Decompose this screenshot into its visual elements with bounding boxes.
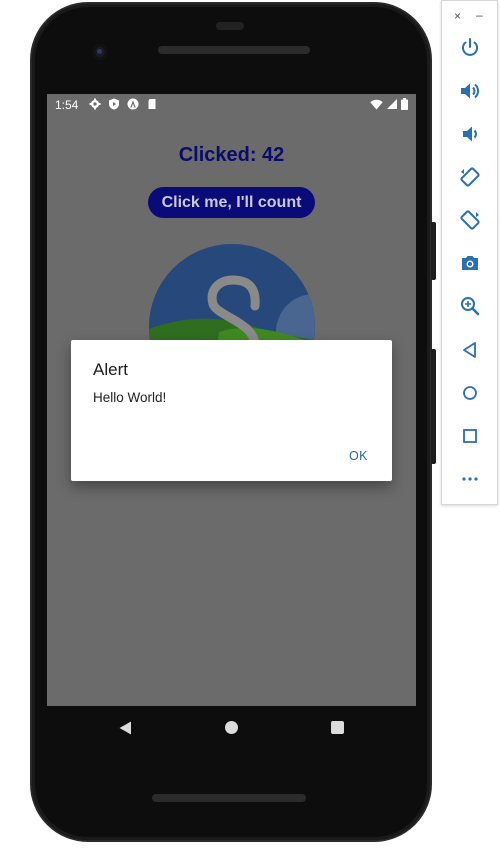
power-button[interactable] (456, 34, 484, 62)
battery-icon (401, 98, 408, 110)
phone-power-side-button (431, 222, 436, 280)
dialog-title: Alert (93, 360, 128, 379)
minimize-window-button[interactable]: – (476, 8, 483, 22)
nav-back-icon[interactable] (119, 721, 132, 735)
status-time: 1:54 (55, 98, 79, 112)
rotate-right-icon (460, 210, 480, 230)
android-studio-icon (127, 98, 139, 110)
status-bar: 1:54 (47, 94, 416, 116)
emulator-window: 1:54 Clicked: 42 Click me, I'll count Al… (0, 0, 500, 861)
android-nav-bar (47, 706, 416, 750)
camera-icon (462, 256, 478, 270)
zoom-icon (461, 297, 480, 316)
alert-dialog: Alert Hello World! OK (71, 340, 392, 481)
earpiece-speaker (158, 46, 310, 54)
wifi-icon (370, 99, 383, 109)
more-icon (462, 477, 478, 481)
phone-volume-side-button (431, 349, 436, 464)
volume-up-button[interactable] (456, 77, 484, 105)
status-system-icons (370, 98, 408, 110)
overview-button[interactable] (456, 422, 484, 450)
home-icon (463, 386, 477, 400)
close-window-button[interactable]: × (454, 9, 461, 23)
cell-signal-icon (387, 99, 397, 109)
settings-icon (89, 98, 101, 110)
front-camera (92, 44, 108, 60)
back-button[interactable] (456, 336, 484, 364)
rotate-left-icon (460, 167, 480, 187)
count-button[interactable]: Click me, I'll count (148, 187, 315, 218)
home-button[interactable] (456, 379, 484, 407)
nav-overview-icon[interactable] (331, 721, 344, 734)
dialog-ok-button[interactable]: OK (343, 446, 374, 466)
screenshot-button[interactable] (456, 249, 484, 277)
rotate-right-button[interactable] (456, 206, 484, 234)
volume-up-icon (461, 83, 479, 99)
bottom-speaker (152, 794, 306, 802)
power-icon (462, 38, 478, 56)
more-button[interactable] (456, 465, 484, 493)
volume-down-icon (463, 126, 477, 142)
click-count-label: Clicked: 42 (178, 144, 285, 166)
rotate-left-button[interactable] (456, 163, 484, 191)
toolbar-window-controls: × – (442, 8, 499, 23)
emulator-toolbar: × – (441, 0, 498, 505)
back-icon (463, 342, 476, 358)
play-protect-icon (109, 98, 119, 110)
dialog-message: Hello World! (93, 390, 167, 405)
nav-home-icon[interactable] (225, 721, 238, 734)
status-notification-icons (89, 98, 158, 110)
overview-icon (463, 429, 477, 443)
phone-top-slot (216, 22, 244, 30)
volume-down-button[interactable] (456, 120, 484, 148)
zoom-button[interactable] (456, 292, 484, 320)
sd-card-icon (148, 99, 156, 109)
